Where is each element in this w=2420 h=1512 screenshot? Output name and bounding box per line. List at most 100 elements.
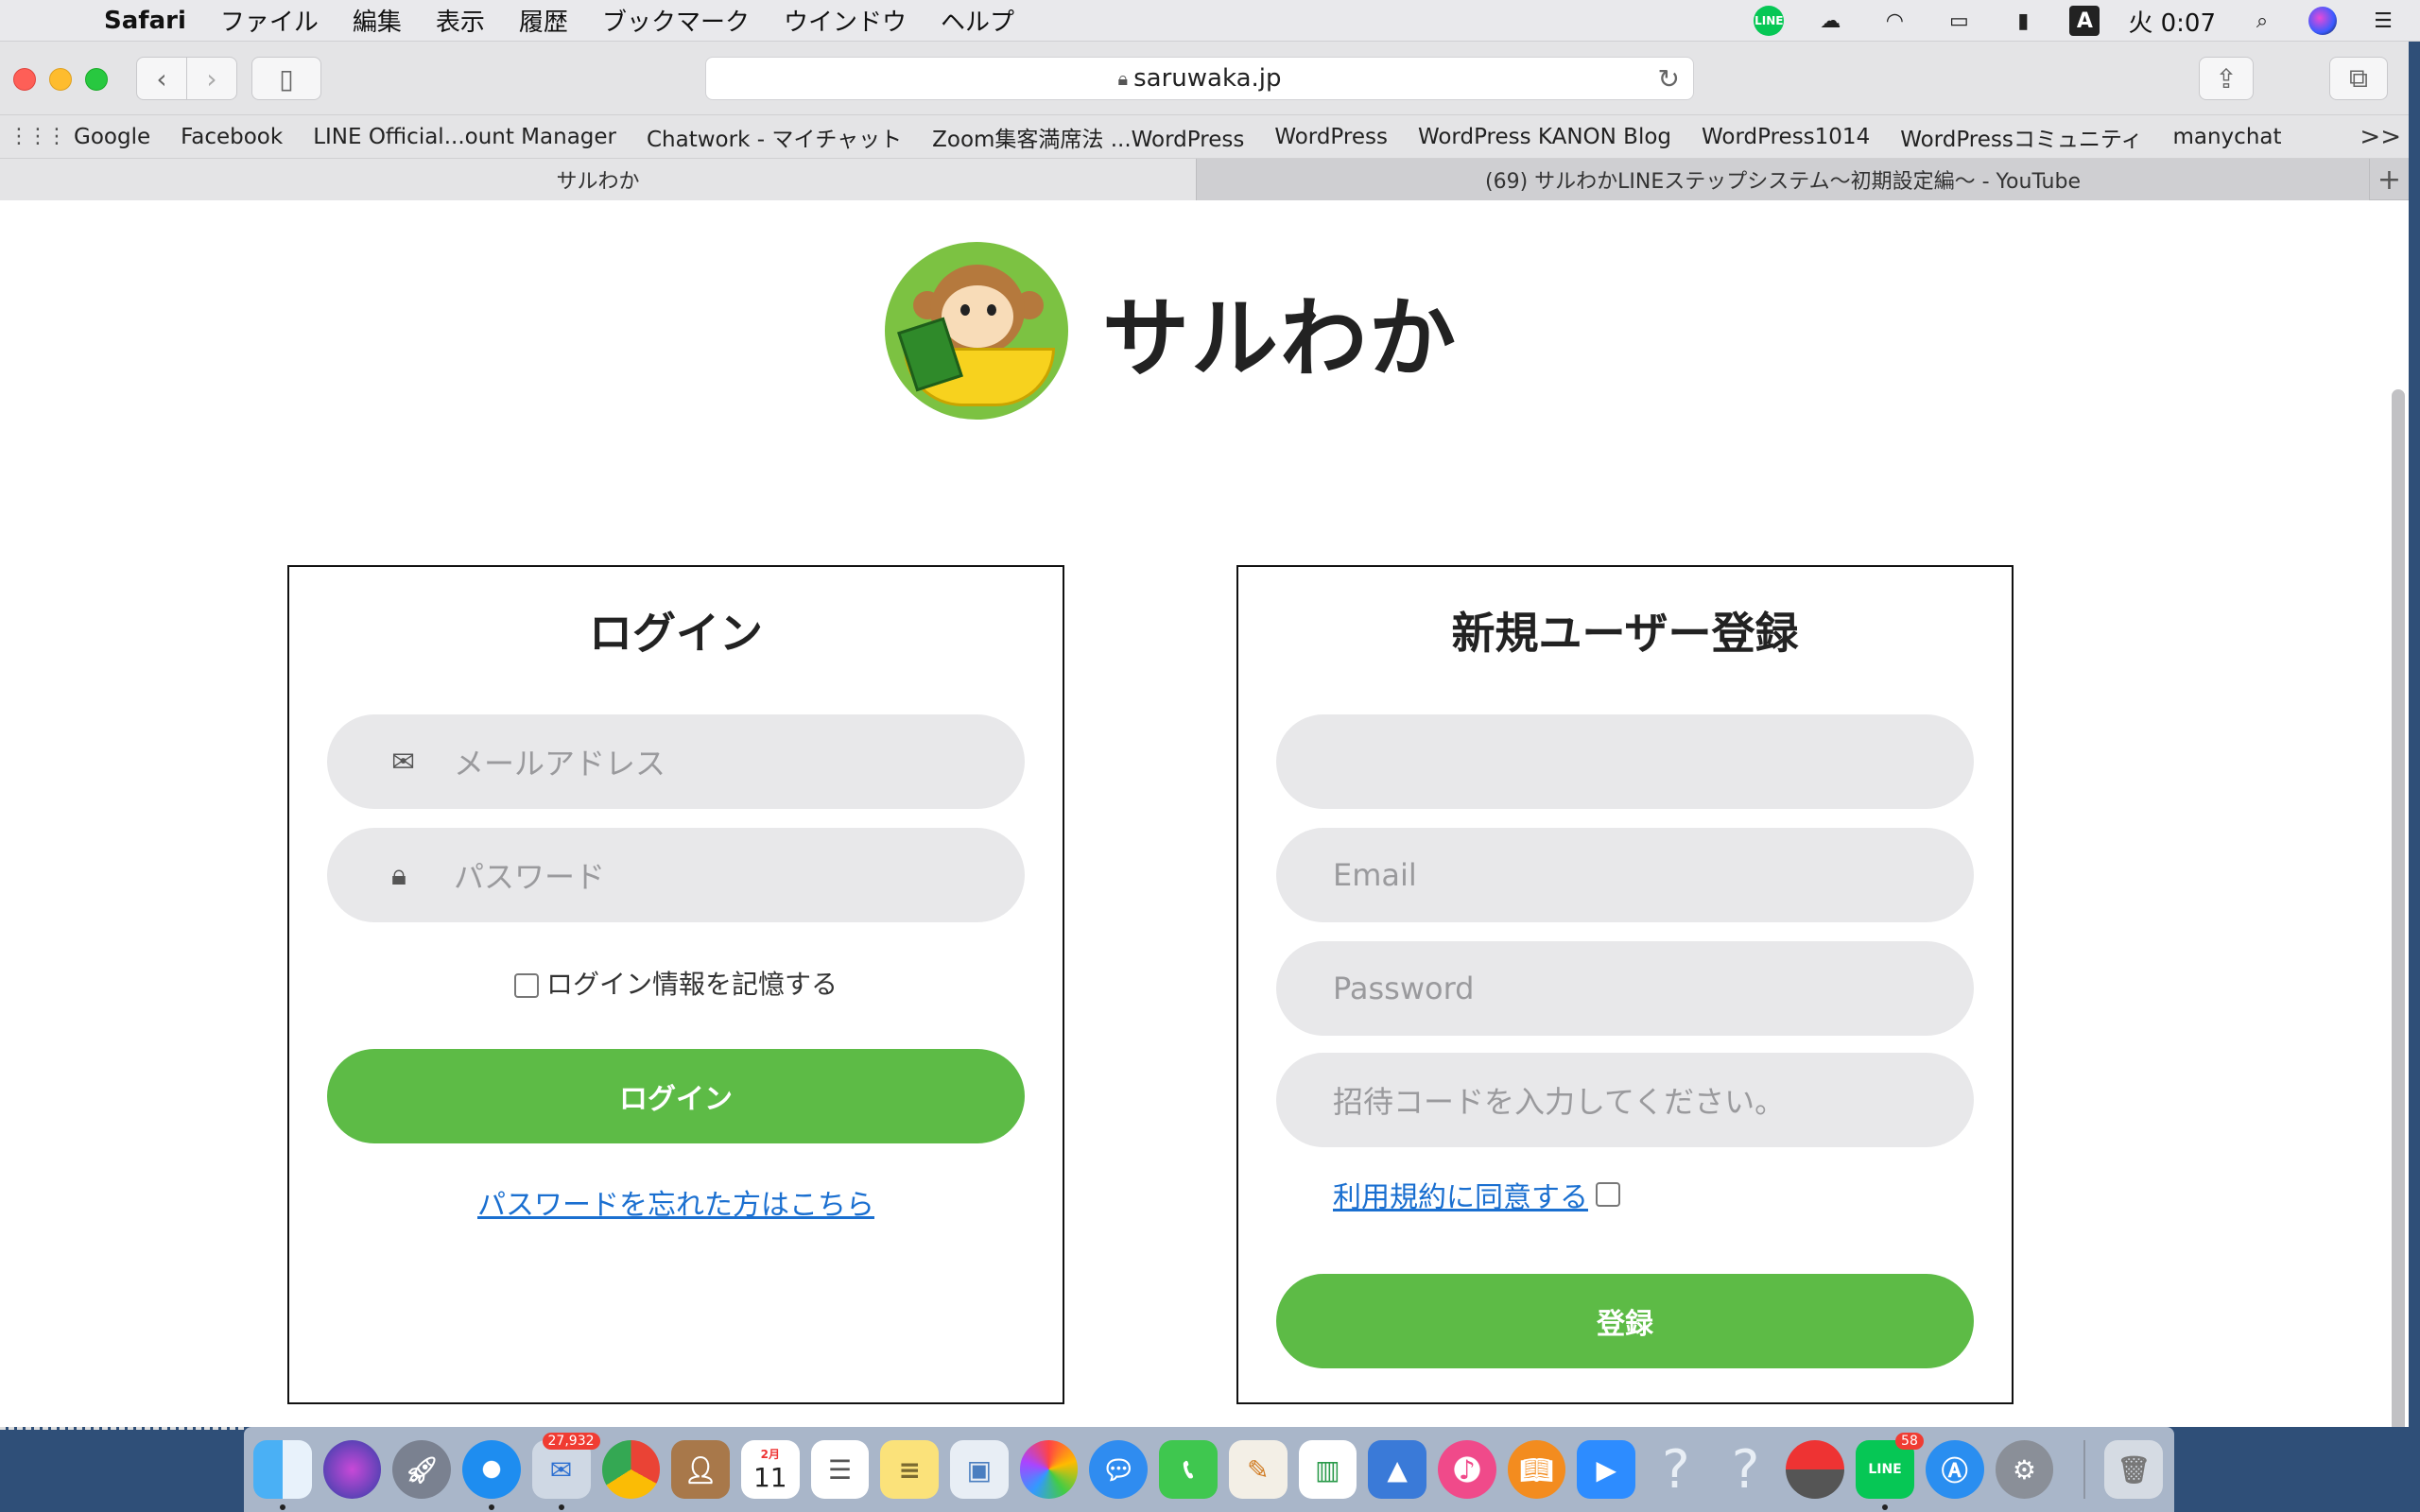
photos-icon[interactable] [1019,1440,1079,1499]
bookmark-facebook[interactable]: Facebook [181,125,283,149]
chrome-icon[interactable] [601,1440,661,1499]
login-email-input[interactable]: ✉ メールアドレス [327,714,1025,809]
menu-app-name[interactable]: Safari [104,7,186,35]
keynote-icon[interactable]: ▲ [1368,1440,1426,1499]
register-panel: 新規ユーザー登録 Email Password 招待コードを入力してください。 … [1236,565,2014,1404]
bookmark-wordpress1014[interactable]: WordPress1014 [1702,125,1870,149]
terms-link[interactable]: 利用規約に同意する [1333,1174,1588,1215]
forward-button[interactable]: › [186,57,237,100]
menu-history[interactable]: 履歴 [519,3,568,38]
back-button[interactable]: ‹ [136,57,187,100]
tab-saruwaka[interactable]: サルわか [0,159,1197,200]
bookmark-wordpress-community[interactable]: WordPressコミュニティ [1900,121,2142,153]
register-password-placeholder: Password [1333,971,1475,1006]
notes-icon[interactable]: ≡ [880,1440,940,1499]
terms-checkbox[interactable] [1596,1182,1620,1207]
preview-icon[interactable]: ▣ [950,1440,1009,1499]
reload-icon[interactable]: ↻ [1658,63,1680,94]
bookmark-manychat[interactable]: manychat [2172,125,2281,149]
line-status-icon[interactable]: LINE [1754,6,1785,36]
chevron-right-icon: › [206,62,217,94]
tab-bar: サルわか (69) サルわかLINEステップシステム〜初期設定編〜 - YouT… [0,159,2409,200]
remember-checkbox[interactable] [513,973,539,998]
mail-icon[interactable]: ✉ 27,932 [531,1433,600,1510]
bookmark-wordpress-kanon[interactable]: WordPress KANON Blog [1418,125,1671,149]
input-source-icon[interactable]: A [2069,6,2100,36]
remember-me: ログイン情報を記憶する [289,964,1063,1002]
register-name-input[interactable] [1276,714,1974,809]
menu-view[interactable]: 表示 [436,3,485,38]
address-url: saruwaka.jp [1133,64,1282,93]
pages-icon[interactable]: ✎ [1228,1440,1288,1499]
notification-center-icon[interactable]: ☰ [2365,7,2401,35]
new-tab-button[interactable]: + [2369,159,2409,200]
forgot-password-link[interactable]: パスワードを忘れた方はこちら [289,1181,1063,1223]
bookmarks-overflow-button[interactable]: >> [2360,123,2401,151]
desktop-edge [0,1427,244,1440]
site-logo[interactable]: サルわか [885,242,1458,420]
system-preferences-icon[interactable]: ⚙ [1995,1440,2054,1499]
monkey-mascot-icon [885,242,1068,420]
itunes-icon[interactable]: ♪ [1437,1440,1496,1499]
finder-icon[interactable] [253,1440,312,1510]
login-password-input[interactable]: 🔒︎ パスワード [327,828,1025,922]
favorites-grid-icon[interactable]: ⋮⋮⋮ [0,125,74,148]
invite-code-input[interactable]: 招待コードを入力してください。 [1276,1053,1974,1147]
remember-label[interactable]: ログイン情報を記憶する [546,969,838,1000]
siri-icon[interactable] [2308,7,2337,35]
ibooks-icon[interactable]: 📖︎ [1507,1440,1566,1499]
fullscreen-window-button[interactable] [85,68,108,91]
line-badge: 58 [1895,1433,1924,1450]
sidebar-toggle-button[interactable]: ▯ [251,57,321,100]
page-scrollbar[interactable] [2392,389,2405,1427]
login-email-placeholder: メールアドレス [454,746,666,782]
spotlight-search-icon[interactable]: ⌕ [2244,7,2280,35]
unknown-app-icon[interactable]: ? [1647,1439,1705,1501]
facetime-icon[interactable]: 📞︎ [1159,1440,1218,1499]
tab-youtube[interactable]: (69) サルわかLINEステップシステム〜初期設定編〜 - YouTube [1197,159,2369,200]
register-email-input[interactable]: Email [1276,828,1974,922]
reminders-icon[interactable]: ☰ [810,1440,870,1499]
show-tabs-button[interactable]: ⧉ [2329,57,2388,100]
wifi-icon[interactable]: ◠ [1876,7,1912,35]
zoom-icon[interactable]: ▶ [1577,1440,1636,1499]
menu-clock[interactable]: 火 0:07 [2128,4,2216,39]
app-store-icon[interactable]: Ⓐ [1925,1440,1984,1499]
numbers-icon[interactable]: ▥ [1298,1440,1357,1499]
menu-window[interactable]: ウインドウ [784,3,907,38]
bookmark-chatwork[interactable]: Chatwork - マイチャット [647,121,902,153]
close-window-button[interactable] [13,68,36,91]
unknown-app-2-icon[interactable]: ? [1717,1439,1775,1501]
address-bar[interactable]: 🔒︎ saruwaka.jp ↻ [705,57,1694,100]
mail-badge: 27,932 [542,1433,600,1450]
line-app-icon[interactable]: LINE 58 [1856,1433,1924,1510]
register-password-input[interactable]: Password [1276,941,1974,1036]
bookmarks-bar: ⋮⋮⋮ Google Facebook LINE Official...ount… [0,115,2409,159]
login-password-placeholder: パスワード [454,859,606,895]
calendar-icon[interactable]: 2月 11 [740,1440,800,1499]
messages-icon[interactable]: 💬︎ [1089,1440,1149,1499]
siri-dock-icon[interactable] [322,1440,382,1499]
minimize-window-button[interactable] [49,68,72,91]
activity-monitor-icon[interactable] [1786,1440,1845,1499]
bookmark-google[interactable]: Google [74,125,150,149]
battery-icon[interactable]: ▮ [2005,7,2041,35]
creative-cloud-icon[interactable]: ☁ [1812,7,1848,35]
trash-icon[interactable]: 🗑︎ [2104,1440,2163,1499]
contacts-icon[interactable]: 👤︎ [671,1440,730,1499]
menu-help[interactable]: ヘルプ [941,3,1014,38]
safari-dock-icon[interactable] [462,1440,521,1510]
launchpad-icon[interactable]: 🚀︎ [392,1440,452,1499]
page-content: サルわか ログイン ✉ メールアドレス 🔒︎ パスワード ログイン情報を記憶する… [0,200,2409,1427]
login-submit-button[interactable]: ログイン [327,1049,1025,1143]
menu-edit[interactable]: 編集 [353,3,402,38]
share-button[interactable]: ⇪ [2199,57,2254,100]
bookmark-zoom[interactable]: Zoom集客満席法 ...WordPress [932,121,1244,153]
register-submit-button[interactable]: 登録 [1276,1274,1974,1368]
menu-bookmarks[interactable]: ブックマーク [602,3,750,38]
bookmark-wordpress[interactable]: WordPress [1274,125,1388,149]
bookmark-line-official[interactable]: LINE Official...ount Manager [313,125,616,149]
menu-file[interactable]: ファイル [220,3,319,38]
dock: 🚀︎ ✉ 27,932 👤︎ 2月 11 ☰ ≡ ▣ 💬︎ 📞︎ ✎ ▥ ▲ ♪… [244,1427,2174,1512]
airplay-icon[interactable]: ▭ [1941,7,1977,35]
